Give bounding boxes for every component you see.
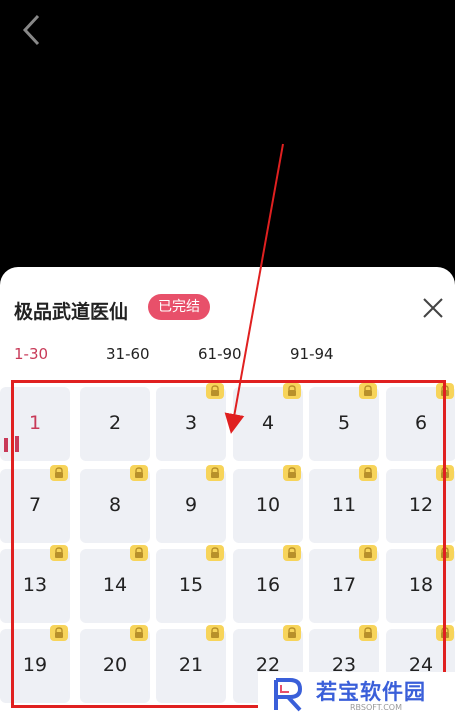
annotation-box	[11, 380, 446, 708]
chapter-range-tabs: 1-30 31-60 61-90 91-94	[0, 345, 455, 369]
tab-61-90[interactable]: 61-90	[198, 345, 242, 363]
tab-1-30[interactable]: 1-30	[14, 345, 48, 363]
watermark-subtext: RBSOFT.COM	[350, 703, 403, 712]
status-badge: 已完结	[148, 294, 210, 320]
book-title: 极品武道医仙	[14, 301, 129, 323]
watermark-text: 若宝软件园	[316, 680, 426, 704]
scroll-marker	[4, 438, 8, 452]
close-icon[interactable]	[420, 295, 446, 321]
rbsoft-logo-icon	[274, 678, 303, 712]
tab-91-94[interactable]: 91-94	[290, 345, 334, 363]
chevron-left-icon[interactable]	[18, 12, 48, 48]
tab-31-60[interactable]: 31-60	[106, 345, 150, 363]
watermark: 若宝软件园 RBSOFT.COM	[258, 672, 455, 720]
